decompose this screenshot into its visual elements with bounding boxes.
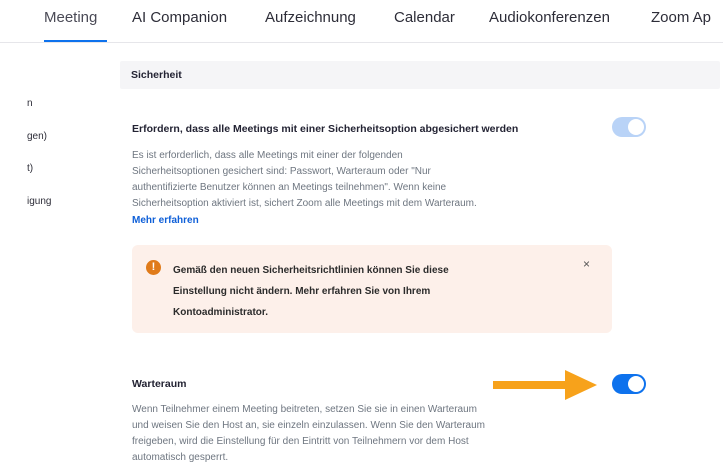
description-line: Sicherheitsoptionen gesichert sind: Pass… [132, 166, 431, 177]
setting-description-require-security: Es ist erforderlich, dass alle Meetings … [132, 148, 597, 212]
tab-ai-companion[interactable]: AI Companion [132, 9, 227, 26]
toggle-knob [628, 376, 644, 392]
sidebar-item[interactable]: t) [27, 163, 33, 174]
setting-description-waiting-room: Wenn Teilnehmer einem Meeting beitreten,… [132, 402, 597, 466]
tab-audiokonferenzen[interactable]: Audiokonferenzen [489, 9, 610, 26]
tab-aufzeichnung[interactable]: Aufzeichnung [265, 9, 356, 26]
tab-zoom-apps[interactable]: Zoom Ap [651, 9, 711, 26]
toggle-knob [628, 119, 644, 135]
sidebar-item[interactable]: n [27, 98, 33, 109]
description-line: Es ist erforderlich, dass alle Meetings … [132, 150, 403, 161]
alert-line: Gemäß den neuen Sicherheitsrichtlinien k… [173, 265, 449, 276]
arrow-pointer-icon [493, 370, 597, 400]
description-line: authentifizierte Benutzer können an Meet… [132, 182, 447, 193]
section-title: Sicherheit [131, 69, 182, 81]
description-line: Sicherheitsoption aktiviert ist, sichert… [132, 198, 477, 209]
description-line: freigeben, wird die Einstellung für den … [132, 436, 469, 447]
tab-calendar[interactable]: Calendar [394, 9, 455, 26]
learn-more-link[interactable]: Mehr erfahren [132, 215, 199, 226]
close-icon[interactable]: × [583, 257, 590, 271]
setting-title-require-security: Erfordern, dass alle Meetings mit einer … [132, 123, 519, 135]
policy-alert-banner: ! Gemäß den neuen Sicherheitsrichtlinien… [132, 245, 612, 333]
sidebar-item[interactable]: igung [27, 196, 51, 207]
warning-icon: ! [146, 260, 161, 275]
description-line: automatisch gesperrt. [132, 452, 229, 463]
waiting-room-toggle[interactable] [612, 374, 646, 394]
active-tab-indicator [44, 40, 107, 42]
description-line: und weisen Sie den Host an, sie einzeln … [132, 420, 485, 431]
require-security-toggle[interactable] [612, 117, 646, 137]
settings-tab-bar: Meeting AI Companion Aufzeichnung Calend… [0, 0, 723, 43]
alert-line: Einstellung nicht ändern. Mehr erfahren … [173, 286, 431, 297]
alert-line: Kontoadministrator. [173, 307, 269, 318]
setting-title-waiting-room: Warteraum [132, 378, 187, 390]
tab-meeting[interactable]: Meeting [44, 9, 97, 26]
description-line: Wenn Teilnehmer einem Meeting beitreten,… [132, 404, 477, 415]
alert-message: Gemäß den neuen Sicherheitsrichtlinien k… [173, 260, 563, 323]
sidebar-item[interactable]: gen) [27, 131, 47, 142]
section-header-security: Sicherheit [120, 61, 720, 89]
